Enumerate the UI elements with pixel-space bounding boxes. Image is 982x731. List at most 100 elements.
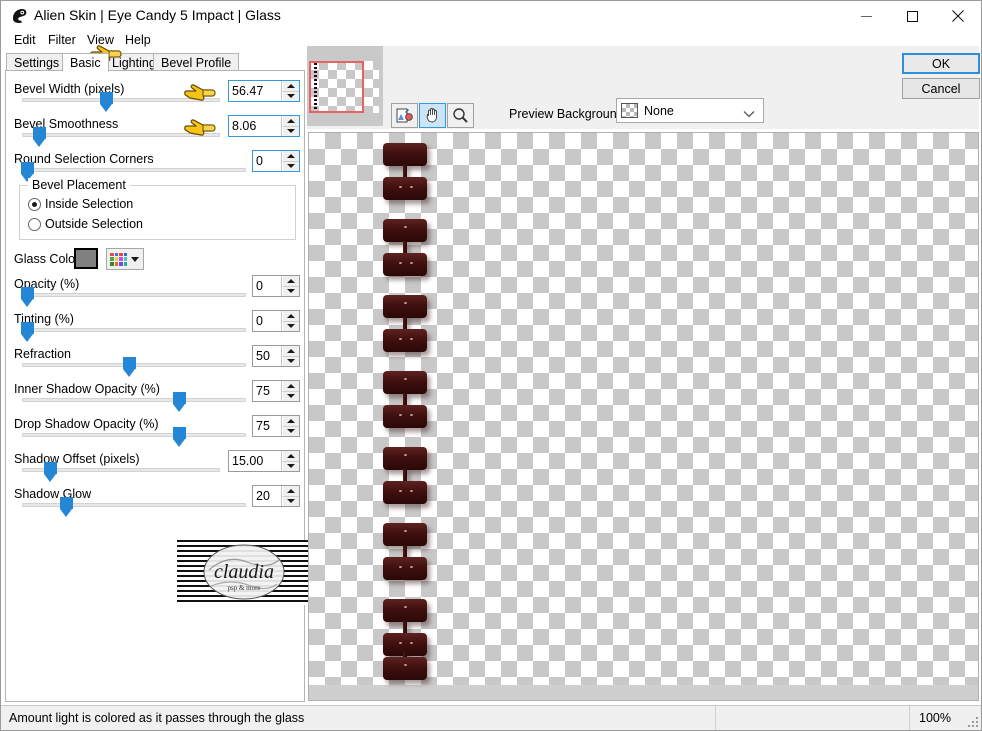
spinner-refraction[interactable] [281,346,299,366]
spinner-up-icon[interactable] [282,311,299,322]
slider-track-shadow-glow[interactable] [22,503,246,507]
spinner-bevel-width[interactable] [281,81,299,101]
preview-background-value: None [644,103,674,118]
value-bevel-width: 56.47 [229,81,281,101]
radio-inside-selection[interactable]: Inside Selection [28,197,133,211]
hand-pan-button[interactable] [419,103,446,128]
preview-toggle-button[interactable] [391,103,418,128]
resize-grip-icon[interactable] [967,716,979,728]
color-palette-grid-icon [110,252,127,266]
input-round-corners[interactable]: 0 [252,150,300,172]
value-opacity: 0 [253,276,281,296]
spinner-up-icon[interactable] [282,381,299,392]
maximize-button[interactable] [889,1,935,31]
navigator-thumbnail[interactable] [307,46,383,126]
slider-thumb-tinting[interactable] [21,322,34,342]
spinner-down-icon[interactable] [282,426,299,436]
navigator-viewport-rect[interactable] [309,61,364,113]
input-inner-shadow[interactable]: 75 [252,380,300,402]
slider-track-round-corners[interactable] [22,168,246,172]
watermark-logo: claudia psp & more [177,540,312,605]
spinner-shadow-offset[interactable] [281,451,299,471]
slider-track-tinting[interactable] [22,328,246,332]
input-bevel-width[interactable]: 56.47 [228,80,300,102]
spinner-up-icon[interactable] [282,116,299,127]
input-drop-shadow[interactable]: 75 [252,415,300,437]
zoom-button[interactable] [447,103,474,128]
spinner-down-icon[interactable] [282,161,299,171]
spinner-up-icon[interactable] [282,451,299,462]
input-shadow-glow[interactable]: 20 [252,485,300,507]
radio-outside-selection[interactable]: Outside Selection [28,217,143,231]
tab-basic[interactable]: Basic [62,53,109,72]
slider-thumb-bevel-width[interactable] [100,92,113,112]
spinner-round-corners[interactable] [281,151,299,171]
window-title: Alien Skin | Eye Candy 5 Impact | Glass [34,7,281,23]
close-button[interactable] [935,1,981,31]
spinner-bevel-smoothness[interactable] [281,116,299,136]
slider-thumb-inner-shadow[interactable] [173,392,186,412]
input-refraction[interactable]: 50 [252,345,300,367]
spinner-up-icon[interactable] [282,346,299,357]
slider-thumb-shadow-offset[interactable] [44,462,57,482]
spinner-drop-shadow[interactable] [281,416,299,436]
slider-thumb-refraction[interactable] [123,357,136,377]
group-title-bevel-placement: Bevel Placement [28,178,130,192]
spinner-down-icon[interactable] [282,126,299,136]
slider-track-drop-shadow[interactable] [22,433,246,437]
slider-thumb-shadow-glow[interactable] [60,497,73,517]
label-bevel-smoothness: Bevel Smoothness [14,117,119,131]
group-bevel-placement: Bevel Placement Inside Selection Outside… [19,178,296,240]
slider-thumb-drop-shadow[interactable] [173,427,186,447]
tab-settings[interactable]: Settings [6,53,68,71]
slider-track-opacity[interactable] [22,293,246,297]
label-drop-shadow-opacity: Drop Shadow Opacity (%) [14,417,159,431]
spinner-up-icon[interactable] [282,486,299,497]
chevron-down-icon [743,107,755,121]
menu-help[interactable]: Help [120,32,156,48]
spinner-down-icon[interactable] [282,321,299,331]
spinner-up-icon[interactable] [282,276,299,287]
alien-skin-logo-icon [11,7,29,25]
spinner-opacity[interactable] [281,276,299,296]
spinner-up-icon[interactable] [282,416,299,427]
spinner-down-icon[interactable] [282,356,299,366]
glass-color-swatch[interactable] [74,248,98,269]
value-inner-shadow: 75 [253,381,281,401]
input-bevel-smoothness[interactable]: 8.06 [228,115,300,137]
minimize-button[interactable] [843,1,889,31]
menu-filter[interactable]: Filter [43,32,81,48]
spinner-tinting[interactable] [281,311,299,331]
menu-edit[interactable]: Edit [9,32,41,48]
radio-dot-icon [28,197,41,211]
tab-strip: Settings Basic Lighting Bevel Profile [6,53,306,72]
slider-thumb-opacity[interactable] [21,287,34,307]
spinner-down-icon[interactable] [282,461,299,471]
tab-bevel-profile[interactable]: Bevel Profile [153,53,240,71]
spinner-down-icon[interactable] [282,91,299,101]
ok-button[interactable]: OK [902,53,980,74]
watermark-text: claudia [214,561,274,583]
radio-label-inside: Inside Selection [45,197,134,211]
preview-background-select[interactable]: None [616,98,764,123]
spinner-down-icon[interactable] [282,391,299,401]
title-bar: Alien Skin | Eye Candy 5 Impact | Glass [1,1,981,31]
spinner-down-icon[interactable] [282,286,299,296]
slider-track-inner-shadow[interactable] [22,398,246,402]
spinner-down-icon[interactable] [282,496,299,506]
status-message: Amount light is colored as it passes thr… [9,711,305,725]
input-opacity[interactable]: 0 [252,275,300,297]
zoom-magnifier-icon [453,108,468,123]
spinner-shadow-glow[interactable] [281,486,299,506]
status-bar: Amount light is colored as it passes thr… [1,705,981,730]
input-shadow-offset[interactable]: 15.00 [228,450,300,472]
hand-pointer-cursor [183,80,219,106]
color-picker-button[interactable] [106,248,144,270]
spinner-up-icon[interactable] [282,151,299,162]
radio-dot-icon [28,217,41,231]
spinner-inner-shadow[interactable] [281,381,299,401]
slider-thumb-bevel-smoothness[interactable] [33,127,46,147]
input-tinting[interactable]: 0 [252,310,300,332]
cancel-button[interactable]: Cancel [902,78,980,99]
spinner-up-icon[interactable] [282,81,299,92]
